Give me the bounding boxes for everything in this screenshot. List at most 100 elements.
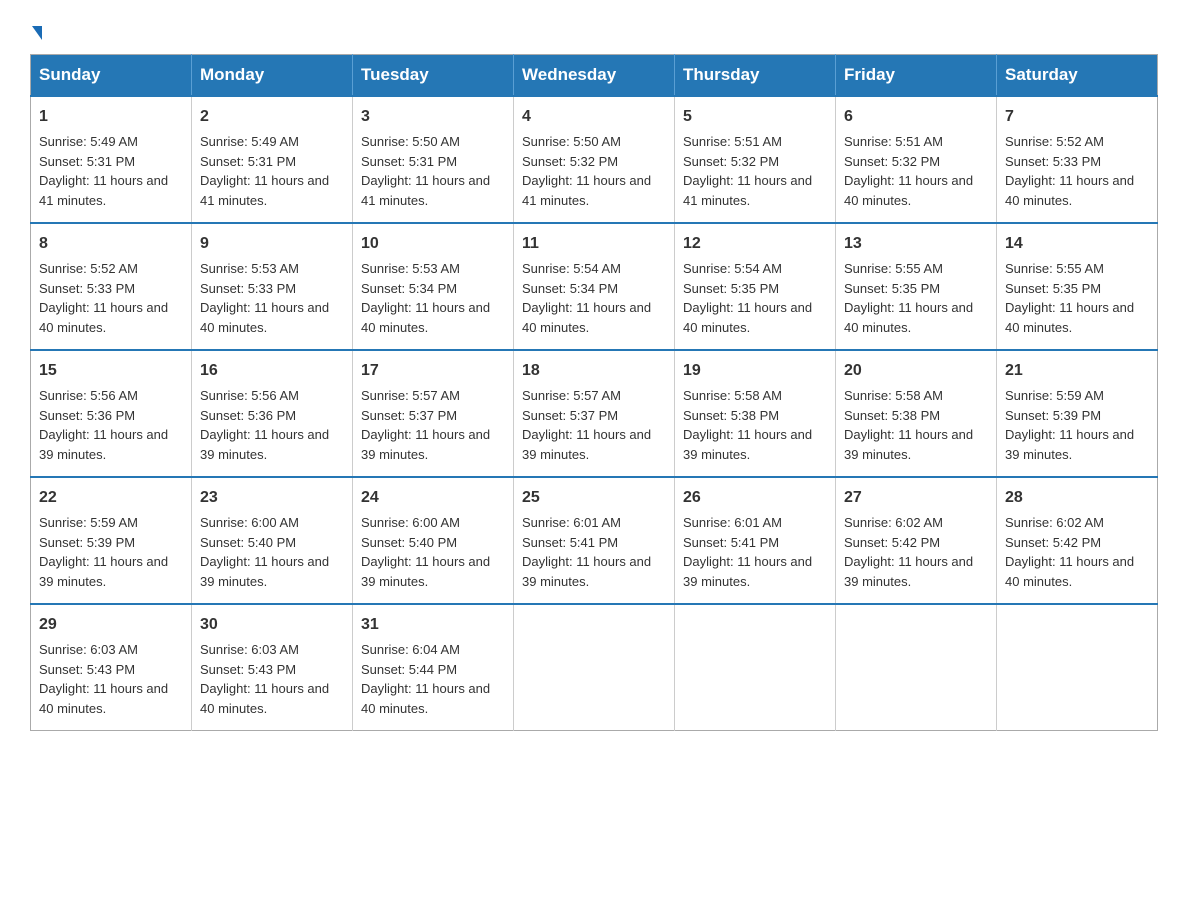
day-info: Sunrise: 5:51 AMSunset: 5:32 PMDaylight:… bbox=[683, 134, 812, 208]
day-info: Sunrise: 5:50 AMSunset: 5:31 PMDaylight:… bbox=[361, 134, 490, 208]
day-number: 22 bbox=[39, 486, 183, 510]
day-header-tuesday: Tuesday bbox=[353, 55, 514, 97]
calendar-day-cell: 5 Sunrise: 5:51 AMSunset: 5:32 PMDayligh… bbox=[675, 96, 836, 223]
day-header-thursday: Thursday bbox=[675, 55, 836, 97]
day-number: 2 bbox=[200, 105, 344, 129]
day-number: 7 bbox=[1005, 105, 1149, 129]
day-info: Sunrise: 5:54 AMSunset: 5:35 PMDaylight:… bbox=[683, 261, 812, 335]
day-number: 26 bbox=[683, 486, 827, 510]
day-info: Sunrise: 5:49 AMSunset: 5:31 PMDaylight:… bbox=[39, 134, 168, 208]
calendar-day-cell: 2 Sunrise: 5:49 AMSunset: 5:31 PMDayligh… bbox=[192, 96, 353, 223]
calendar-day-cell: 13 Sunrise: 5:55 AMSunset: 5:35 PMDaylig… bbox=[836, 223, 997, 350]
calendar-day-cell: 29 Sunrise: 6:03 AMSunset: 5:43 PMDaylig… bbox=[31, 604, 192, 731]
day-info: Sunrise: 6:00 AMSunset: 5:40 PMDaylight:… bbox=[200, 515, 329, 589]
calendar-day-cell: 11 Sunrise: 5:54 AMSunset: 5:34 PMDaylig… bbox=[514, 223, 675, 350]
calendar-day-cell: 15 Sunrise: 5:56 AMSunset: 5:36 PMDaylig… bbox=[31, 350, 192, 477]
day-number: 17 bbox=[361, 359, 505, 383]
day-number: 12 bbox=[683, 232, 827, 256]
day-header-saturday: Saturday bbox=[997, 55, 1158, 97]
calendar-day-cell: 1 Sunrise: 5:49 AMSunset: 5:31 PMDayligh… bbox=[31, 96, 192, 223]
day-info: Sunrise: 5:55 AMSunset: 5:35 PMDaylight:… bbox=[1005, 261, 1134, 335]
day-info: Sunrise: 6:01 AMSunset: 5:41 PMDaylight:… bbox=[522, 515, 651, 589]
calendar-day-cell: 24 Sunrise: 6:00 AMSunset: 5:40 PMDaylig… bbox=[353, 477, 514, 604]
day-number: 1 bbox=[39, 105, 183, 129]
logo bbox=[30, 20, 42, 44]
day-info: Sunrise: 5:57 AMSunset: 5:37 PMDaylight:… bbox=[361, 388, 490, 462]
calendar-day-cell: 10 Sunrise: 5:53 AMSunset: 5:34 PMDaylig… bbox=[353, 223, 514, 350]
calendar-day-cell: 22 Sunrise: 5:59 AMSunset: 5:39 PMDaylig… bbox=[31, 477, 192, 604]
day-number: 18 bbox=[522, 359, 666, 383]
calendar-day-cell: 8 Sunrise: 5:52 AMSunset: 5:33 PMDayligh… bbox=[31, 223, 192, 350]
day-number: 16 bbox=[200, 359, 344, 383]
calendar-day-cell bbox=[836, 604, 997, 731]
calendar-day-cell: 14 Sunrise: 5:55 AMSunset: 5:35 PMDaylig… bbox=[997, 223, 1158, 350]
calendar-day-cell: 30 Sunrise: 6:03 AMSunset: 5:43 PMDaylig… bbox=[192, 604, 353, 731]
day-info: Sunrise: 5:59 AMSunset: 5:39 PMDaylight:… bbox=[1005, 388, 1134, 462]
day-number: 4 bbox=[522, 105, 666, 129]
day-number: 15 bbox=[39, 359, 183, 383]
calendar-day-cell: 20 Sunrise: 5:58 AMSunset: 5:38 PMDaylig… bbox=[836, 350, 997, 477]
day-number: 27 bbox=[844, 486, 988, 510]
calendar-day-cell: 28 Sunrise: 6:02 AMSunset: 5:42 PMDaylig… bbox=[997, 477, 1158, 604]
day-header-monday: Monday bbox=[192, 55, 353, 97]
calendar-table: SundayMondayTuesdayWednesdayThursdayFrid… bbox=[30, 54, 1158, 731]
calendar-day-cell: 19 Sunrise: 5:58 AMSunset: 5:38 PMDaylig… bbox=[675, 350, 836, 477]
day-number: 19 bbox=[683, 359, 827, 383]
day-number: 28 bbox=[1005, 486, 1149, 510]
calendar-day-cell: 25 Sunrise: 6:01 AMSunset: 5:41 PMDaylig… bbox=[514, 477, 675, 604]
calendar-header: SundayMondayTuesdayWednesdayThursdayFrid… bbox=[31, 55, 1158, 97]
day-info: Sunrise: 5:51 AMSunset: 5:32 PMDaylight:… bbox=[844, 134, 973, 208]
day-info: Sunrise: 6:01 AMSunset: 5:41 PMDaylight:… bbox=[683, 515, 812, 589]
calendar-week-row: 15 Sunrise: 5:56 AMSunset: 5:36 PMDaylig… bbox=[31, 350, 1158, 477]
calendar-week-row: 29 Sunrise: 6:03 AMSunset: 5:43 PMDaylig… bbox=[31, 604, 1158, 731]
day-info: Sunrise: 5:58 AMSunset: 5:38 PMDaylight:… bbox=[683, 388, 812, 462]
day-number: 6 bbox=[844, 105, 988, 129]
logo-triangle-icon bbox=[32, 26, 42, 40]
calendar-day-cell: 4 Sunrise: 5:50 AMSunset: 5:32 PMDayligh… bbox=[514, 96, 675, 223]
day-number: 3 bbox=[361, 105, 505, 129]
calendar-day-cell: 17 Sunrise: 5:57 AMSunset: 5:37 PMDaylig… bbox=[353, 350, 514, 477]
calendar-week-row: 22 Sunrise: 5:59 AMSunset: 5:39 PMDaylig… bbox=[31, 477, 1158, 604]
day-info: Sunrise: 6:04 AMSunset: 5:44 PMDaylight:… bbox=[361, 642, 490, 716]
calendar-day-cell: 7 Sunrise: 5:52 AMSunset: 5:33 PMDayligh… bbox=[997, 96, 1158, 223]
day-info: Sunrise: 5:49 AMSunset: 5:31 PMDaylight:… bbox=[200, 134, 329, 208]
day-number: 20 bbox=[844, 359, 988, 383]
calendar-day-cell bbox=[514, 604, 675, 731]
day-number: 31 bbox=[361, 613, 505, 637]
day-number: 8 bbox=[39, 232, 183, 256]
day-number: 13 bbox=[844, 232, 988, 256]
day-info: Sunrise: 5:59 AMSunset: 5:39 PMDaylight:… bbox=[39, 515, 168, 589]
day-info: Sunrise: 5:56 AMSunset: 5:36 PMDaylight:… bbox=[200, 388, 329, 462]
calendar-day-cell: 6 Sunrise: 5:51 AMSunset: 5:32 PMDayligh… bbox=[836, 96, 997, 223]
day-header-friday: Friday bbox=[836, 55, 997, 97]
calendar-day-cell: 12 Sunrise: 5:54 AMSunset: 5:35 PMDaylig… bbox=[675, 223, 836, 350]
day-number: 10 bbox=[361, 232, 505, 256]
calendar-week-row: 1 Sunrise: 5:49 AMSunset: 5:31 PMDayligh… bbox=[31, 96, 1158, 223]
day-info: Sunrise: 6:03 AMSunset: 5:43 PMDaylight:… bbox=[200, 642, 329, 716]
calendar-day-cell: 18 Sunrise: 5:57 AMSunset: 5:37 PMDaylig… bbox=[514, 350, 675, 477]
day-number: 24 bbox=[361, 486, 505, 510]
calendar-day-cell: 16 Sunrise: 5:56 AMSunset: 5:36 PMDaylig… bbox=[192, 350, 353, 477]
day-number: 21 bbox=[1005, 359, 1149, 383]
day-header-sunday: Sunday bbox=[31, 55, 192, 97]
day-info: Sunrise: 5:50 AMSunset: 5:32 PMDaylight:… bbox=[522, 134, 651, 208]
day-info: Sunrise: 6:03 AMSunset: 5:43 PMDaylight:… bbox=[39, 642, 168, 716]
day-info: Sunrise: 5:55 AMSunset: 5:35 PMDaylight:… bbox=[844, 261, 973, 335]
calendar-week-row: 8 Sunrise: 5:52 AMSunset: 5:33 PMDayligh… bbox=[31, 223, 1158, 350]
calendar-day-cell: 21 Sunrise: 5:59 AMSunset: 5:39 PMDaylig… bbox=[997, 350, 1158, 477]
calendar-day-cell: 27 Sunrise: 6:02 AMSunset: 5:42 PMDaylig… bbox=[836, 477, 997, 604]
day-number: 11 bbox=[522, 232, 666, 256]
day-number: 5 bbox=[683, 105, 827, 129]
calendar-day-cell: 3 Sunrise: 5:50 AMSunset: 5:31 PMDayligh… bbox=[353, 96, 514, 223]
day-number: 23 bbox=[200, 486, 344, 510]
day-header-wednesday: Wednesday bbox=[514, 55, 675, 97]
day-info: Sunrise: 6:02 AMSunset: 5:42 PMDaylight:… bbox=[1005, 515, 1134, 589]
calendar-day-cell: 26 Sunrise: 6:01 AMSunset: 5:41 PMDaylig… bbox=[675, 477, 836, 604]
page-header bbox=[30, 20, 1158, 44]
day-info: Sunrise: 6:02 AMSunset: 5:42 PMDaylight:… bbox=[844, 515, 973, 589]
day-number: 30 bbox=[200, 613, 344, 637]
calendar-day-cell bbox=[675, 604, 836, 731]
day-info: Sunrise: 5:53 AMSunset: 5:33 PMDaylight:… bbox=[200, 261, 329, 335]
day-number: 14 bbox=[1005, 232, 1149, 256]
day-info: Sunrise: 5:52 AMSunset: 5:33 PMDaylight:… bbox=[39, 261, 168, 335]
